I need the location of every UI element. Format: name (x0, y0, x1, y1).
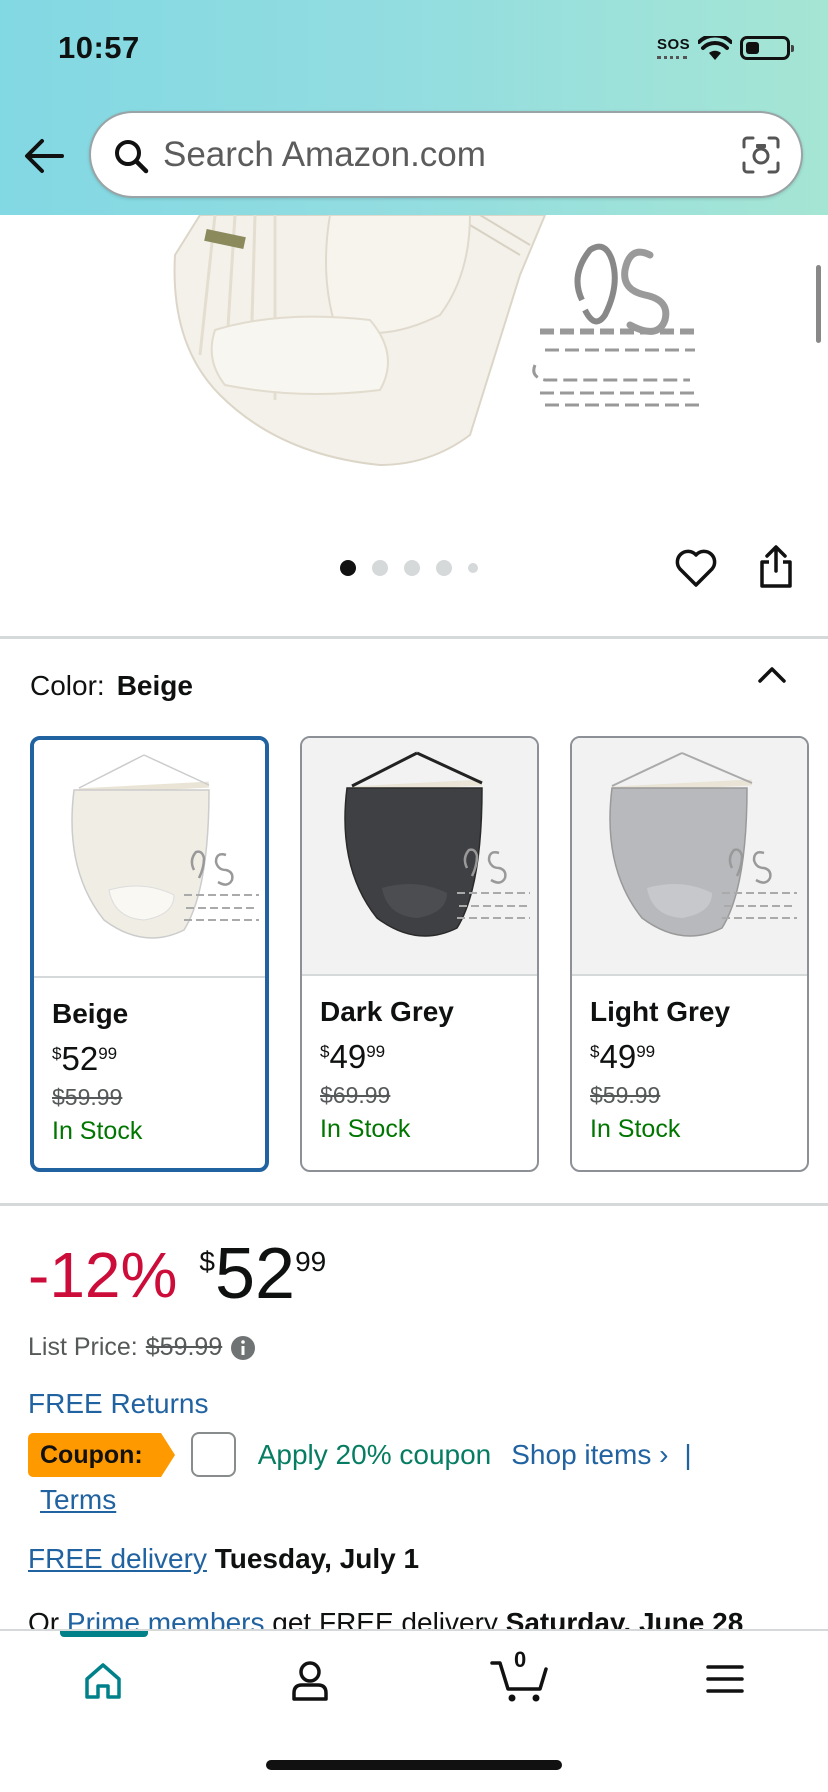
search-icon (115, 140, 149, 174)
variant-card-beige[interactable]: Beige $52 99 $59.99 In Stock (30, 736, 269, 1172)
shop-items-link[interactable]: Shop items › (511, 1439, 668, 1471)
pagination-dot[interactable] (404, 560, 420, 576)
cart-count: 0 (514, 1647, 527, 1672)
active-tab-indicator (60, 1631, 148, 1637)
selected-color: Beige (116, 670, 193, 701)
search-bar[interactable] (89, 111, 803, 198)
camera-search-icon[interactable] (741, 135, 781, 175)
section-divider (0, 636, 828, 639)
variant-price: $49 99 (590, 1038, 656, 1075)
status-time: 10:57 (58, 30, 140, 65)
section-divider (0, 1203, 828, 1206)
variant-image (572, 738, 807, 976)
variant-name: Beige (52, 998, 129, 1029)
coupon-checkbox[interactable] (190, 1432, 236, 1477)
battery-icon (740, 36, 794, 60)
variant-image (302, 738, 537, 976)
pagination-dot[interactable] (372, 560, 388, 576)
coupon-row: Coupon: Apply 20% coupon Shop items › | (28, 1432, 692, 1477)
variant-stock: In Stock (590, 1115, 681, 1143)
variant-price: $49 99 (320, 1038, 386, 1075)
account-icon[interactable] (290, 1659, 330, 1701)
heart-icon[interactable] (674, 548, 718, 588)
variant-list-price: $59.99 (52, 1084, 123, 1110)
color-label: Color: Beige (30, 670, 193, 702)
discount-percent: -12% (28, 1239, 178, 1311)
separator: | (684, 1438, 692, 1470)
home-indicator[interactable] (266, 1760, 562, 1770)
coupon-badge: Coupon: (28, 1432, 175, 1477)
home-icon[interactable] (83, 1661, 123, 1701)
pagination-dot[interactable] (340, 560, 356, 576)
variant-stock: In Stock (320, 1115, 411, 1143)
delivery-date: Tuesday, July 1 (214, 1543, 420, 1574)
apply-coupon-label[interactable]: Apply 20% coupon (258, 1439, 492, 1471)
cart-button[interactable]: 0 (490, 1647, 550, 1703)
chevron-up-icon[interactable] (756, 663, 788, 687)
image-pagination-dots[interactable] (340, 560, 478, 576)
variant-name: Dark Grey (320, 996, 454, 1027)
header: 10:57 SOS (0, 0, 828, 215)
variant-price: $52 99 (52, 1040, 118, 1077)
color-variants: Beige $52 99 $59.99 In Stock Dark Grey $… (30, 736, 809, 1172)
list-price-label: List Price: (28, 1333, 138, 1361)
delivery-row: FREE delivery Tuesday, July 1 (28, 1543, 419, 1575)
color-label-text: Color: (30, 670, 105, 701)
variant-image (34, 740, 265, 978)
variant-card-light-grey[interactable]: Light Grey $49 99 $59.99 In Stock (570, 736, 809, 1172)
search-input[interactable] (163, 131, 723, 179)
wifi-icon (698, 36, 732, 60)
terms-link[interactable]: Terms (40, 1484, 116, 1516)
sos-indicator: SOS (657, 36, 691, 59)
variant-name: Light Grey (590, 996, 731, 1027)
price-row: -12% $52 99 (28, 1238, 326, 1312)
back-arrow-icon[interactable] (22, 136, 68, 176)
menu-icon[interactable] (706, 1663, 744, 1695)
pagination-dot[interactable] (436, 560, 452, 576)
free-delivery-link[interactable]: FREE delivery (28, 1543, 207, 1574)
variant-list-price: $69.99 (320, 1082, 391, 1108)
list-price-value: $59.99 (145, 1333, 223, 1361)
share-icon[interactable] (757, 545, 795, 589)
free-returns-link[interactable]: FREE Returns (28, 1388, 209, 1420)
list-price-row: List Price: $59.99 (28, 1333, 256, 1362)
current-price: $52 99 (199, 1234, 327, 1314)
variant-list-price: $59.99 (590, 1082, 661, 1108)
variant-card-dark-grey[interactable]: Dark Grey $49 99 $69.99 In Stock (300, 736, 539, 1172)
info-icon[interactable] (230, 1335, 256, 1361)
scroll-indicator (816, 265, 821, 343)
variant-stock: In Stock (52, 1117, 143, 1145)
pagination-dot[interactable] (468, 563, 478, 573)
